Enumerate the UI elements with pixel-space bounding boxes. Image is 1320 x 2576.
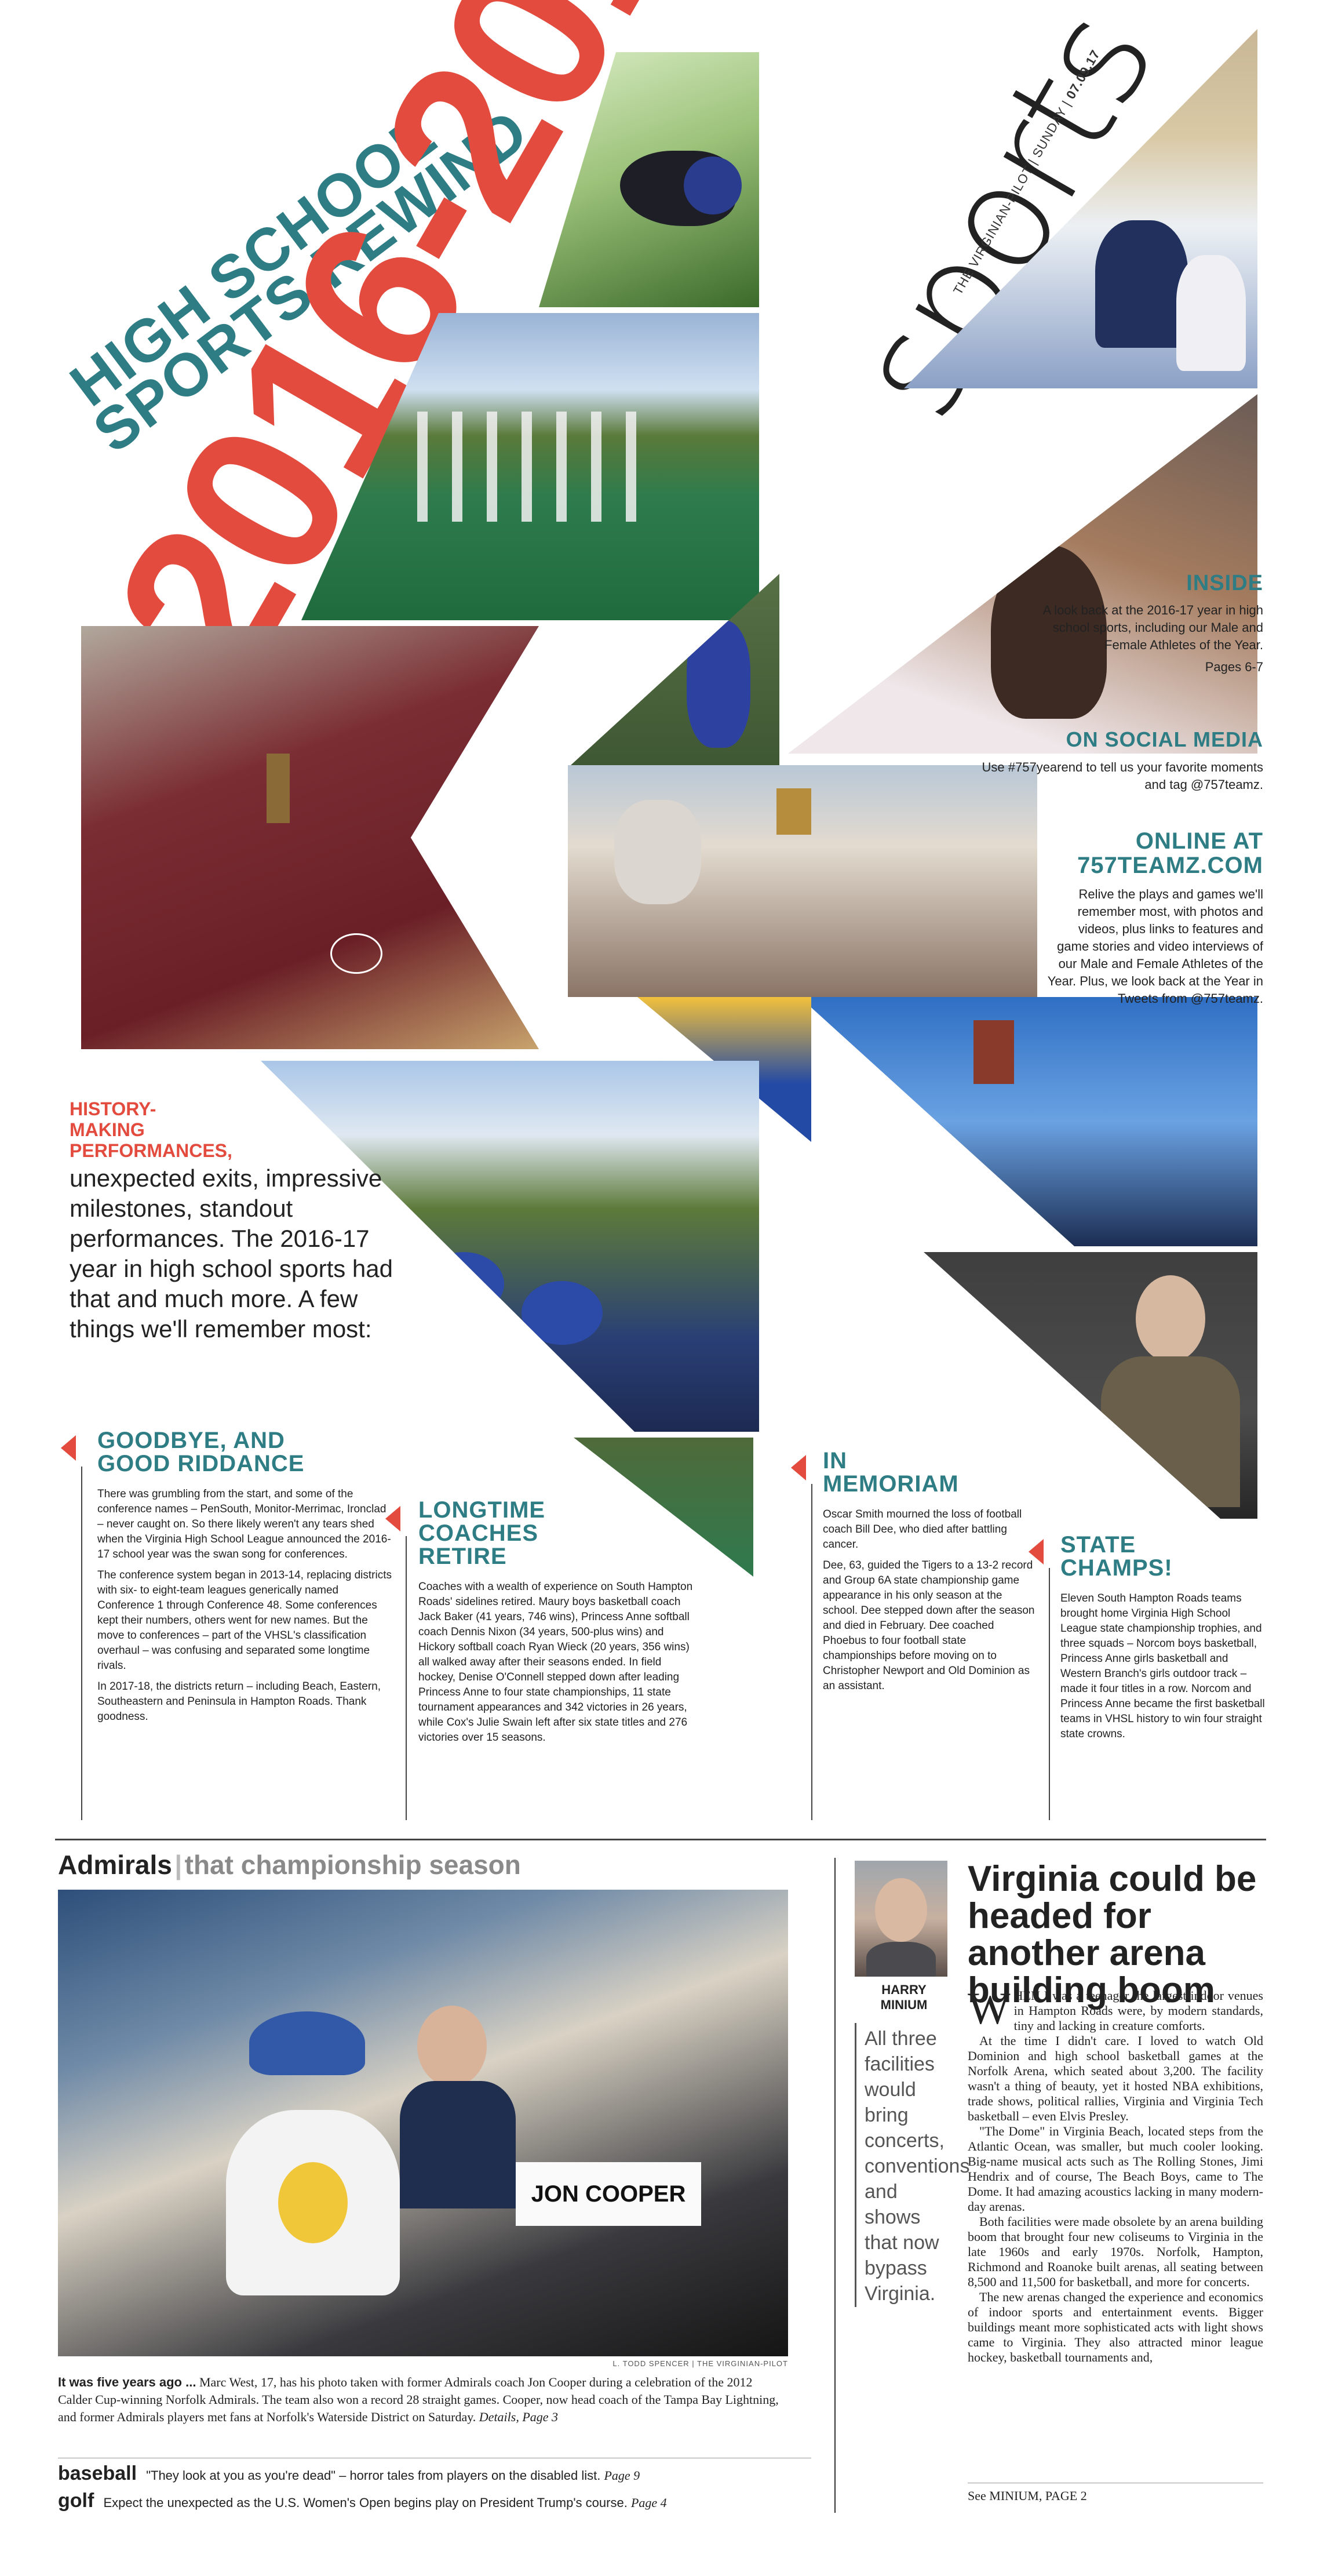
photo-admirals: JON COOPER: [58, 1890, 788, 2356]
chevron-left-icon: [791, 1455, 806, 1480]
teaser-golf[interactable]: golf Expect the unexpected as the U.S. W…: [58, 2490, 811, 2512]
goodbye-heading-2: GOOD RIDDANCE: [97, 1451, 305, 1476]
column-p5: The new arenas changed the experience an…: [968, 2290, 1263, 2364]
column-p4: Both facilities were made obsolete by an…: [968, 2214, 1263, 2289]
champs-p1: Eleven South Hampton Roads teams brought…: [1060, 1592, 1265, 1740]
memoriam-p1: Oscar Smith mourned the loss of football…: [823, 1508, 1022, 1551]
teaser-page: Page 4: [630, 2495, 667, 2510]
history-heading-3: PERFORMANCES,: [70, 1140, 232, 1161]
goodbye-p3: In 2017-18, the districts return – inclu…: [97, 1680, 381, 1723]
goodbye-p2: The conference system began in 2013-14, …: [97, 1569, 392, 1672]
divider: [406, 1536, 407, 1820]
online-heading-1: ONLINE AT: [1135, 828, 1263, 854]
caption-lead: It was five years ago ...: [58, 2375, 196, 2389]
column-headline: Virginia could be headed for another are…: [968, 1859, 1257, 2010]
author-first: HARRY: [881, 1982, 927, 1997]
section-memoriam: IN MEMORIAM Oscar Smith mourned the loss…: [823, 1449, 1037, 1700]
divider: [1049, 1568, 1050, 1820]
teaser-keyword: golf: [58, 2490, 94, 2512]
admirals-header: Admirals | that championship season: [58, 1849, 788, 1880]
chevron-left-icon: [61, 1435, 76, 1461]
divider: [81, 1467, 82, 1820]
author-name: HARRY MINIUM: [855, 1982, 953, 2013]
column-jump[interactable]: See MINIUM, PAGE 2: [968, 2488, 1263, 2504]
memoriam-p2: Dee, 63, guided the Tigers to a 13-2 rec…: [823, 1559, 1035, 1692]
dropcap: W: [968, 1983, 1011, 2033]
pull-rule: [855, 2023, 856, 2307]
photo-trophy-celebration: [568, 765, 1037, 997]
admirals-subheading: that championship season: [184, 1850, 521, 1880]
section-goodbye: GOODBYE, AND GOOD RIDDANCE There was gru…: [97, 1429, 393, 1730]
pull-quote: All three facilities would bring concert…: [865, 2028, 970, 2305]
chevron-left-icon: [385, 1506, 400, 1531]
goodbye-p1: There was grumbling from the start, and …: [97, 1488, 391, 1560]
section-rule: [55, 1839, 1266, 1840]
photo-basketball-team: [81, 626, 539, 1049]
social-text: Use #757yearend to tell us your favorite…: [982, 760, 1263, 792]
memoriam-heading-1: IN: [823, 1448, 847, 1473]
champs-heading-2: CHAMPS!: [1060, 1555, 1173, 1581]
online-text: Relive the plays and games we'll remembe…: [1047, 887, 1263, 1006]
author-last: MINIUM: [880, 1998, 928, 2012]
author-headshot: [855, 1861, 947, 1977]
inside-pages: Pages 6-7: [1205, 660, 1263, 674]
inside-text: A look back at the 2016-17 year in high …: [1042, 603, 1263, 652]
photo-credit: L. TODD SPENCER | THE VIRGINIAN-PILOT: [612, 2359, 788, 2368]
history-heading-2: MAKING: [70, 1119, 145, 1140]
history-intro: HISTORY- MAKING PERFORMANCES, unexpected…: [70, 1098, 394, 1344]
goodbye-heading-1: GOODBYE, AND: [97, 1428, 285, 1453]
column-p1: HEN I was a teenager the largest indoor …: [1013, 1988, 1263, 2033]
history-body: unexpected exits, impressive milestones,…: [70, 1165, 393, 1342]
social-box: ON SOCIAL MEDIA Use #757yearend to tell …: [973, 727, 1263, 794]
history-heading-1: HISTORY-: [70, 1098, 156, 1119]
caption-ref: Details, Page 3: [479, 2410, 559, 2424]
teaser-baseball[interactable]: baseball "They look at you as you're dea…: [58, 2462, 811, 2485]
online-box: ONLINE AT 757TEAMZ.COM Relive the plays …: [1043, 829, 1263, 1007]
column-body: W HEN I was a teenager the largest indoor…: [968, 1983, 1263, 2365]
coaches-heading-1: LONGTIME: [418, 1497, 546, 1523]
photo-football-trophy: [800, 997, 1257, 1246]
teaser-text: Expect the unexpected as the U.S. Women'…: [103, 2495, 628, 2510]
divider: [811, 1484, 812, 1820]
champs-heading-1: STATE: [1060, 1532, 1136, 1558]
teaser-text: "They look at you as you're dead" – horr…: [146, 2468, 601, 2483]
coaches-heading-3: RETIRE: [418, 1544, 507, 1569]
column-divider: [834, 1858, 836, 2513]
column-p2: At the time I didn't care. I loved to wa…: [968, 2033, 1263, 2123]
inside-heading: INSIDE: [1186, 571, 1263, 595]
separator: |: [174, 1850, 183, 1880]
online-heading-2: 757TEAMZ.COM: [1077, 853, 1263, 878]
teaser-page: Page 9: [604, 2468, 640, 2483]
coaches-heading-2: COACHES: [418, 1520, 539, 1546]
teaser-keyword: baseball: [58, 2462, 137, 2484]
admirals-caption: It was five years ago ... Marc West, 17,…: [58, 2374, 788, 2426]
column-p3: "The Dome" in Virginia Beach, located st…: [968, 2124, 1263, 2214]
section-coaches: LONGTIME COACHES RETIRE Coaches with a w…: [418, 1498, 697, 1751]
inside-box: INSIDE A look back at the 2016-17 year i…: [1026, 571, 1263, 676]
social-heading: ON SOCIAL MEDIA: [1066, 727, 1263, 751]
section-champs: STATE CHAMPS! Eleven South Hampton Roads…: [1060, 1533, 1269, 1748]
nameplate: JON COOPER: [516, 2162, 701, 2226]
memoriam-heading-2: MEMORIAM: [823, 1471, 959, 1497]
chevron-left-icon: [1029, 1539, 1044, 1564]
coaches-p1: Coaches with a wealth of experience on S…: [418, 1581, 693, 1744]
admirals-heading: Admirals: [58, 1850, 172, 1880]
